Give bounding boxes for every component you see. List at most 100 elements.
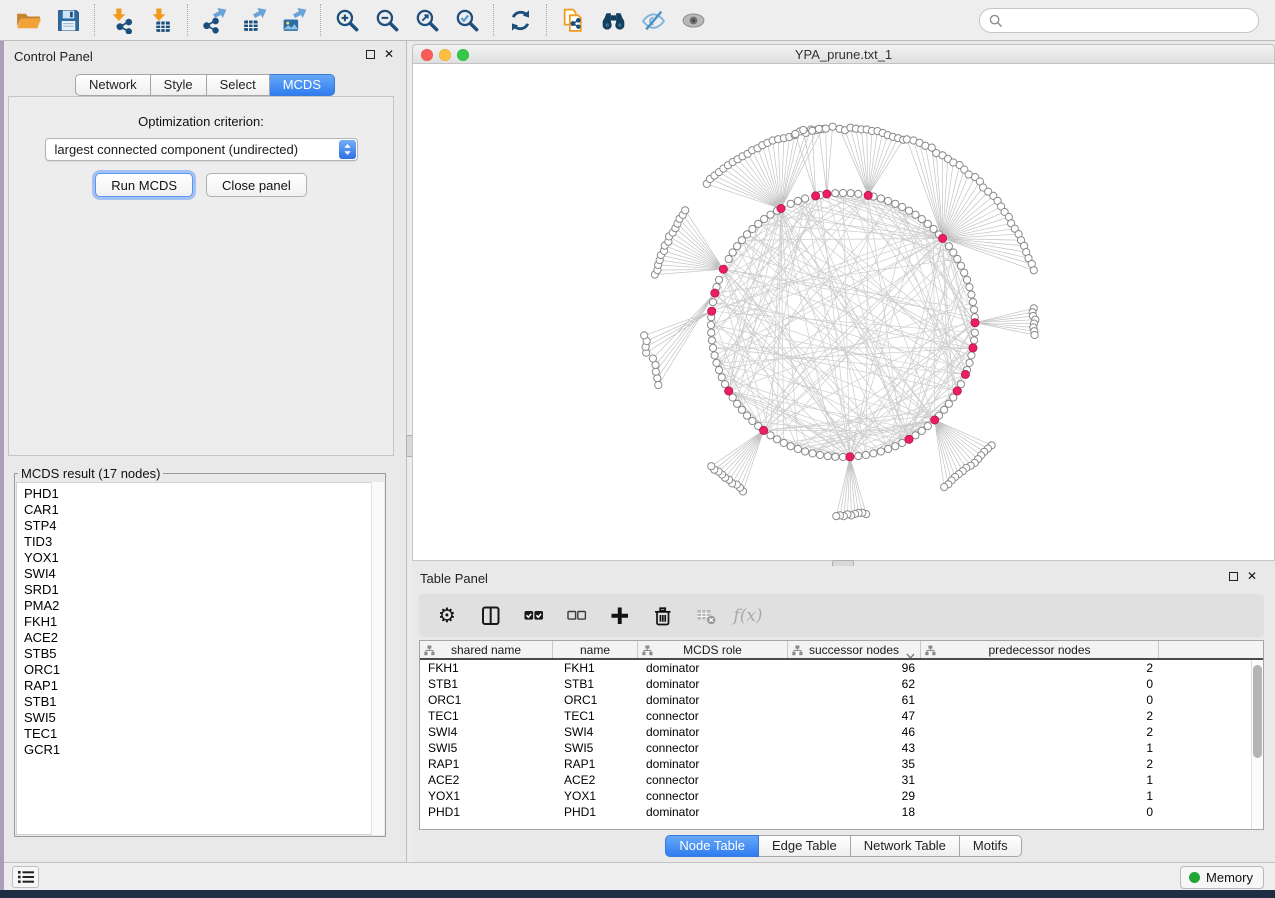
add-button[interactable]: [607, 605, 631, 627]
tab-network-table[interactable]: Network Table: [851, 835, 960, 857]
delete-table-button: [693, 605, 717, 627]
table-scrollbar-thumb[interactable]: [1253, 665, 1262, 758]
search-binoculars-button[interactable]: [593, 3, 633, 37]
search-input[interactable]: [1003, 13, 1258, 28]
mcds-result-list[interactable]: PHD1CAR1STP4TID3YOX1SWI4SRD1PMA2FKH1ACE2…: [16, 482, 384, 835]
mcds-node-item[interactable]: STB1: [24, 694, 383, 710]
export-table-button[interactable]: [234, 3, 274, 37]
tab-motifs[interactable]: Motifs: [960, 835, 1022, 857]
cell-shared-name: FKH1: [420, 661, 553, 675]
select-all-button[interactable]: [521, 605, 545, 627]
toolbar-separator: [493, 4, 494, 36]
show-all-icon: [680, 7, 707, 34]
close-window-icon[interactable]: [421, 49, 433, 61]
unselect-all-icon: [566, 605, 587, 626]
column-header-name[interactable]: name: [553, 641, 638, 658]
table-scrollbar[interactable]: [1251, 660, 1263, 829]
mcds-node-item[interactable]: YOX1: [24, 550, 383, 566]
show-all-button[interactable]: [673, 3, 713, 37]
unselect-all-button[interactable]: [564, 605, 588, 627]
column-header-successor-nodes[interactable]: successor nodes: [788, 641, 921, 658]
cell-MCDS-role: dominator: [638, 677, 788, 691]
hide-selected-button[interactable]: [633, 3, 673, 37]
table-row[interactable]: YOX1YOX1connector291: [420, 788, 1263, 804]
import-network-button[interactable]: [101, 3, 141, 37]
trash-button[interactable]: [650, 605, 674, 627]
tab-style[interactable]: Style: [151, 74, 207, 96]
column-header-MCDS-role[interactable]: MCDS role: [638, 641, 788, 658]
table-row[interactable]: ACE2ACE2connector311: [420, 772, 1263, 788]
close-table-panel-icon[interactable]: ✕: [1247, 571, 1257, 582]
mcds-node-item[interactable]: SRD1: [24, 582, 383, 598]
trash-icon: [652, 605, 673, 626]
mcds-node-item[interactable]: SWI5: [24, 710, 383, 726]
duplicate-network-button[interactable]: [553, 3, 593, 37]
mcds-node-item[interactable]: FKH1: [24, 614, 383, 630]
mcds-node-item[interactable]: STP4: [24, 518, 383, 534]
desktop-wallpaper-left: [0, 41, 4, 890]
cell-successor-nodes: 35: [788, 757, 921, 771]
memory-button[interactable]: Memory: [1180, 866, 1264, 889]
tab-network[interactable]: Network: [75, 74, 151, 96]
zoom-fit-button[interactable]: [407, 3, 447, 37]
refresh-button[interactable]: [500, 3, 540, 37]
mcds-node-item[interactable]: RAP1: [24, 678, 383, 694]
minimize-window-icon[interactable]: [439, 49, 451, 61]
zoom-out-button[interactable]: [367, 3, 407, 37]
table-row[interactable]: STB1STB1dominator620: [420, 676, 1263, 692]
zoom-in-button[interactable]: [327, 3, 367, 37]
function-button: f(x): [736, 605, 760, 627]
mcds-node-item[interactable]: SWI4: [24, 566, 383, 582]
open-folder-button[interactable]: [8, 3, 48, 37]
export-network-button[interactable]: [194, 3, 234, 37]
zoom-window-icon[interactable]: [457, 49, 469, 61]
function-icon: f(x): [733, 606, 762, 626]
import-table-button[interactable]: [141, 3, 181, 37]
network-canvas[interactable]: [412, 64, 1275, 561]
float-table-panel-icon[interactable]: [1229, 572, 1238, 581]
mcds-node-item[interactable]: PMA2: [24, 598, 383, 614]
mcds-node-item[interactable]: TEC1: [24, 726, 383, 742]
tab-mcds[interactable]: MCDS: [270, 74, 335, 96]
optimization-criterion-select[interactable]: largest connected component (undirected): [45, 138, 358, 161]
close-panel-button[interactable]: Close panel: [206, 173, 307, 197]
export-image-button[interactable]: [274, 3, 314, 37]
zoom-selected-button[interactable]: [447, 3, 487, 37]
close-panel-icon[interactable]: ✕: [384, 49, 394, 60]
task-history-button[interactable]: [12, 866, 39, 888]
network-graph[interactable]: [413, 64, 1274, 560]
mcds-node-item[interactable]: GCR1: [24, 742, 383, 758]
mcds-node-item[interactable]: PHD1: [24, 486, 383, 502]
table-row[interactable]: FKH1FKH1dominator962: [420, 660, 1263, 676]
tab-select[interactable]: Select: [207, 74, 270, 96]
table-row[interactable]: SWI5SWI5connector431: [420, 740, 1263, 756]
tab-edge-table[interactable]: Edge Table: [759, 835, 851, 857]
export-table-icon: [241, 7, 268, 34]
mcds-node-item[interactable]: ACE2: [24, 630, 383, 646]
column-header-shared-name[interactable]: shared name: [420, 641, 553, 658]
toolbar-separator: [94, 4, 95, 36]
columns-button[interactable]: [478, 605, 502, 627]
cell-shared-name: RAP1: [420, 757, 553, 771]
column-label: predecessor nodes: [988, 643, 1090, 657]
sort-desc-icon: [906, 648, 915, 662]
table-row[interactable]: ORC1ORC1dominator610: [420, 692, 1263, 708]
mcds-node-item[interactable]: STB5: [24, 646, 383, 662]
save-button[interactable]: [48, 3, 88, 37]
mcds-node-item[interactable]: CAR1: [24, 502, 383, 518]
table-row[interactable]: SWI4SWI4dominator462: [420, 724, 1263, 740]
mcds-result-title: MCDS result (17 nodes): [18, 466, 163, 481]
gear-button[interactable]: ⚙: [435, 605, 459, 627]
column-header-predecessor-nodes[interactable]: predecessor nodes: [921, 641, 1159, 658]
mcds-list-scrollbar[interactable]: [371, 482, 384, 835]
mcds-node-item[interactable]: TID3: [24, 534, 383, 550]
search-box[interactable]: [979, 8, 1259, 33]
run-mcds-button[interactable]: Run MCDS: [95, 173, 193, 197]
network-window-titlebar[interactable]: YPA_prune.txt_1: [412, 44, 1275, 64]
tab-node-table[interactable]: Node Table: [665, 835, 759, 857]
mcds-node-item[interactable]: ORC1: [24, 662, 383, 678]
float-panel-icon[interactable]: [366, 50, 375, 59]
table-row[interactable]: TEC1TEC1connector472: [420, 708, 1263, 724]
table-row[interactable]: PHD1PHD1dominator180: [420, 804, 1263, 820]
table-row[interactable]: RAP1RAP1dominator352: [420, 756, 1263, 772]
